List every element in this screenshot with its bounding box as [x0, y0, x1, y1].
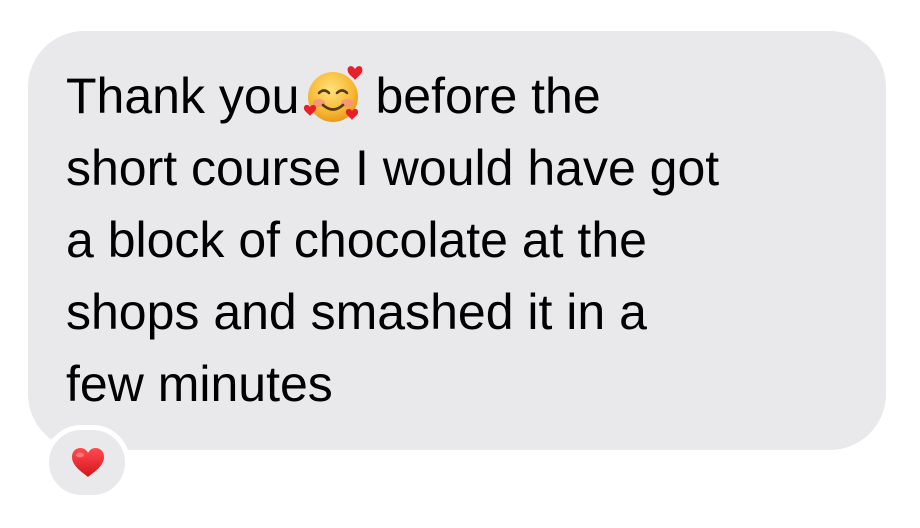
message-thread: Thank you before the short course I woul…	[0, 0, 920, 528]
message-text: Thank you before the short course I woul…	[66, 60, 866, 420]
message-line-1-start: Thank you	[66, 68, 300, 124]
message-line-2: short course I would have got	[66, 140, 720, 196]
message-line-1: Thank you before the	[66, 60, 866, 132]
message-line-4: shops and smashed it in a	[66, 284, 647, 340]
message-line-1-end: before the	[375, 68, 601, 124]
message-line-3: a block of chocolate at the	[66, 212, 647, 268]
smiling-face-with-hearts-icon	[303, 63, 367, 125]
message-line-5: few minutes	[66, 356, 333, 412]
red-heart-icon	[72, 448, 104, 477]
heart-reaction-badge[interactable]	[44, 425, 130, 500]
